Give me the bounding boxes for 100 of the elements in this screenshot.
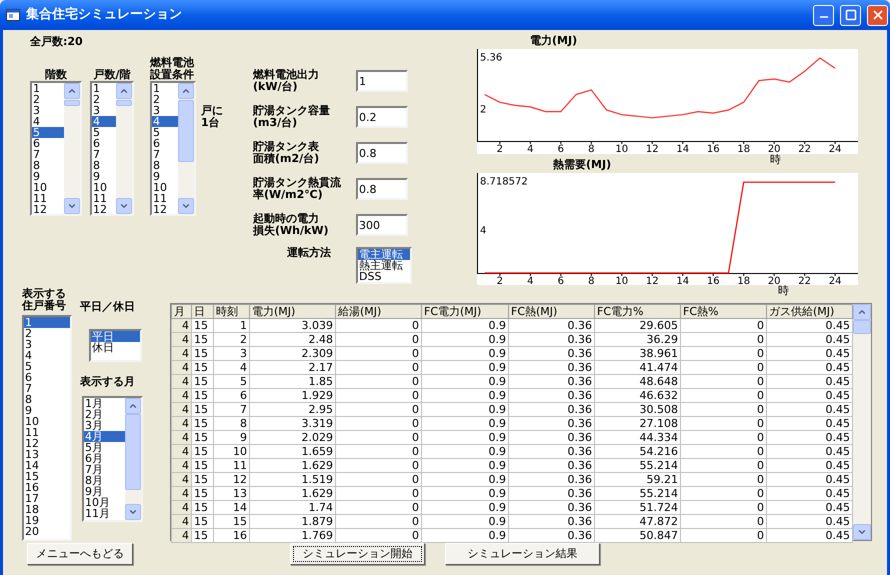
list-item[interactable]: 6 <box>24 372 70 383</box>
list-item[interactable]: 5 <box>92 127 116 138</box>
list-item[interactable]: 4 <box>24 350 70 361</box>
list-item[interactable]: 1 <box>92 83 116 94</box>
list-item[interactable]: 熱主運転 <box>358 260 410 271</box>
list-item[interactable]: 9 <box>152 171 178 182</box>
list-item[interactable]: 14 <box>24 460 70 471</box>
column-header[interactable]: FC熱% <box>680 304 766 318</box>
list-item[interactable]: 8 <box>92 160 116 171</box>
input-field[interactable]: 0.8 <box>356 142 408 164</box>
list-item[interactable]: 17 <box>24 493 70 504</box>
close-button[interactable] <box>867 4 888 26</box>
list-item[interactable]: 3 <box>32 105 64 116</box>
scroll-up-button[interactable] <box>64 83 80 99</box>
input-field[interactable]: 0.8 <box>356 178 408 200</box>
list-item[interactable]: 1月 <box>84 398 125 409</box>
list-item[interactable]: 8 <box>32 160 64 171</box>
scroll-thumb[interactable] <box>853 320 871 334</box>
scrollbar[interactable] <box>178 83 194 214</box>
list-item[interactable]: 11 <box>152 193 178 204</box>
list-item[interactable]: 10月 <box>84 497 125 508</box>
scroll-down-button[interactable] <box>853 524 871 540</box>
column-header[interactable]: 月 <box>172 304 192 318</box>
scroll-down-button[interactable] <box>116 198 132 214</box>
minimize-button[interactable] <box>813 4 834 26</box>
column-header[interactable]: FC熱(MJ) <box>508 304 594 318</box>
list-item[interactable]: 16 <box>24 482 70 493</box>
column-header[interactable]: FC電力(MJ) <box>422 304 508 318</box>
list-item[interactable]: 4月 <box>84 431 125 442</box>
action-button[interactable]: メニューへもどる <box>27 543 133 565</box>
column-header[interactable]: ガス供給(MJ) <box>766 304 852 318</box>
list-item[interactable]: 10 <box>152 182 178 193</box>
list-item[interactable]: 8月 <box>84 475 125 486</box>
list-item[interactable]: 5 <box>24 361 70 372</box>
list-item[interactable]: 12 <box>92 204 116 214</box>
list-item[interactable]: 9 <box>32 171 64 182</box>
scrollbar[interactable] <box>853 304 871 540</box>
list-item[interactable]: 2 <box>92 94 116 105</box>
list-item[interactable]: 3 <box>152 105 178 116</box>
scroll-thumb[interactable] <box>64 100 80 106</box>
scroll-up-button[interactable] <box>853 304 871 320</box>
list-item[interactable]: 3 <box>24 339 70 350</box>
list-item[interactable]: 7 <box>24 383 70 394</box>
list-item[interactable]: 10 <box>24 416 70 427</box>
list-item[interactable]: 19 <box>24 515 70 526</box>
list-item[interactable]: 6 <box>32 138 64 149</box>
column-header[interactable]: 日 <box>192 304 214 318</box>
scrollbar[interactable] <box>116 83 132 214</box>
maximize-button[interactable] <box>840 4 861 26</box>
column-header[interactable]: 時刻 <box>214 304 250 318</box>
list-item[interactable]: 休日 <box>91 342 140 353</box>
list-item[interactable]: 4 <box>32 116 64 127</box>
list-item[interactable]: 6 <box>152 138 178 149</box>
list-item[interactable]: 3月 <box>84 420 125 431</box>
list-item[interactable]: 6 <box>92 138 116 149</box>
list-item[interactable]: 8 <box>24 394 70 405</box>
list-item[interactable]: 5 <box>32 127 64 138</box>
list-item[interactable]: 4 <box>152 116 178 127</box>
list-item[interactable]: 8 <box>152 160 178 171</box>
list-item[interactable]: 10 <box>92 182 116 193</box>
list-item[interactable]: 2月 <box>84 409 125 420</box>
scroll-thumb[interactable] <box>178 100 194 162</box>
scrollbar[interactable] <box>125 398 141 520</box>
list-item[interactable]: 4 <box>92 116 116 127</box>
input-field[interactable]: 0.2 <box>356 106 408 128</box>
list-item[interactable]: 2 <box>32 94 64 105</box>
scroll-up-button[interactable] <box>178 83 194 99</box>
list-item[interactable]: DSS <box>358 271 410 282</box>
list-item[interactable]: 7 <box>32 149 64 160</box>
list-item[interactable]: 12 <box>152 204 178 214</box>
list-item[interactable]: 11月 <box>84 508 125 519</box>
list-item[interactable]: 13 <box>24 449 70 460</box>
list-item[interactable]: 2 <box>24 328 70 339</box>
action-button[interactable]: シミュレーション開始 <box>290 543 425 565</box>
list-item[interactable]: 2 <box>152 94 178 105</box>
list-item[interactable]: 18 <box>24 504 70 515</box>
list-item[interactable]: 7 <box>152 149 178 160</box>
list-item[interactable]: 7 <box>92 149 116 160</box>
list-item[interactable]: 9 <box>24 405 70 416</box>
list-item[interactable]: 10 <box>32 182 64 193</box>
scroll-thumb[interactable] <box>125 414 141 490</box>
scroll-down-button[interactable] <box>64 198 80 214</box>
scroll-thumb[interactable] <box>116 100 132 106</box>
column-header[interactable]: 電力(MJ) <box>250 304 336 318</box>
list-item[interactable]: 1 <box>152 83 178 94</box>
list-item[interactable]: 平日 <box>91 331 140 342</box>
list-item[interactable]: 12 <box>32 204 64 214</box>
scroll-up-button[interactable] <box>116 83 132 99</box>
list-item[interactable]: 5月 <box>84 442 125 453</box>
list-item[interactable]: 9 <box>92 171 116 182</box>
list-item[interactable]: 3 <box>92 105 116 116</box>
list-item[interactable]: 12 <box>24 438 70 449</box>
list-item[interactable]: 7月 <box>84 464 125 475</box>
column-header[interactable]: FC電力% <box>594 304 680 318</box>
list-item[interactable]: 11 <box>92 193 116 204</box>
input-field[interactable]: 300 <box>356 214 408 236</box>
list-item[interactable]: 1 <box>32 83 64 94</box>
list-item[interactable]: 電主運転 <box>358 249 410 260</box>
list-item[interactable]: 9月 <box>84 486 125 497</box>
scrollbar[interactable] <box>64 83 80 214</box>
